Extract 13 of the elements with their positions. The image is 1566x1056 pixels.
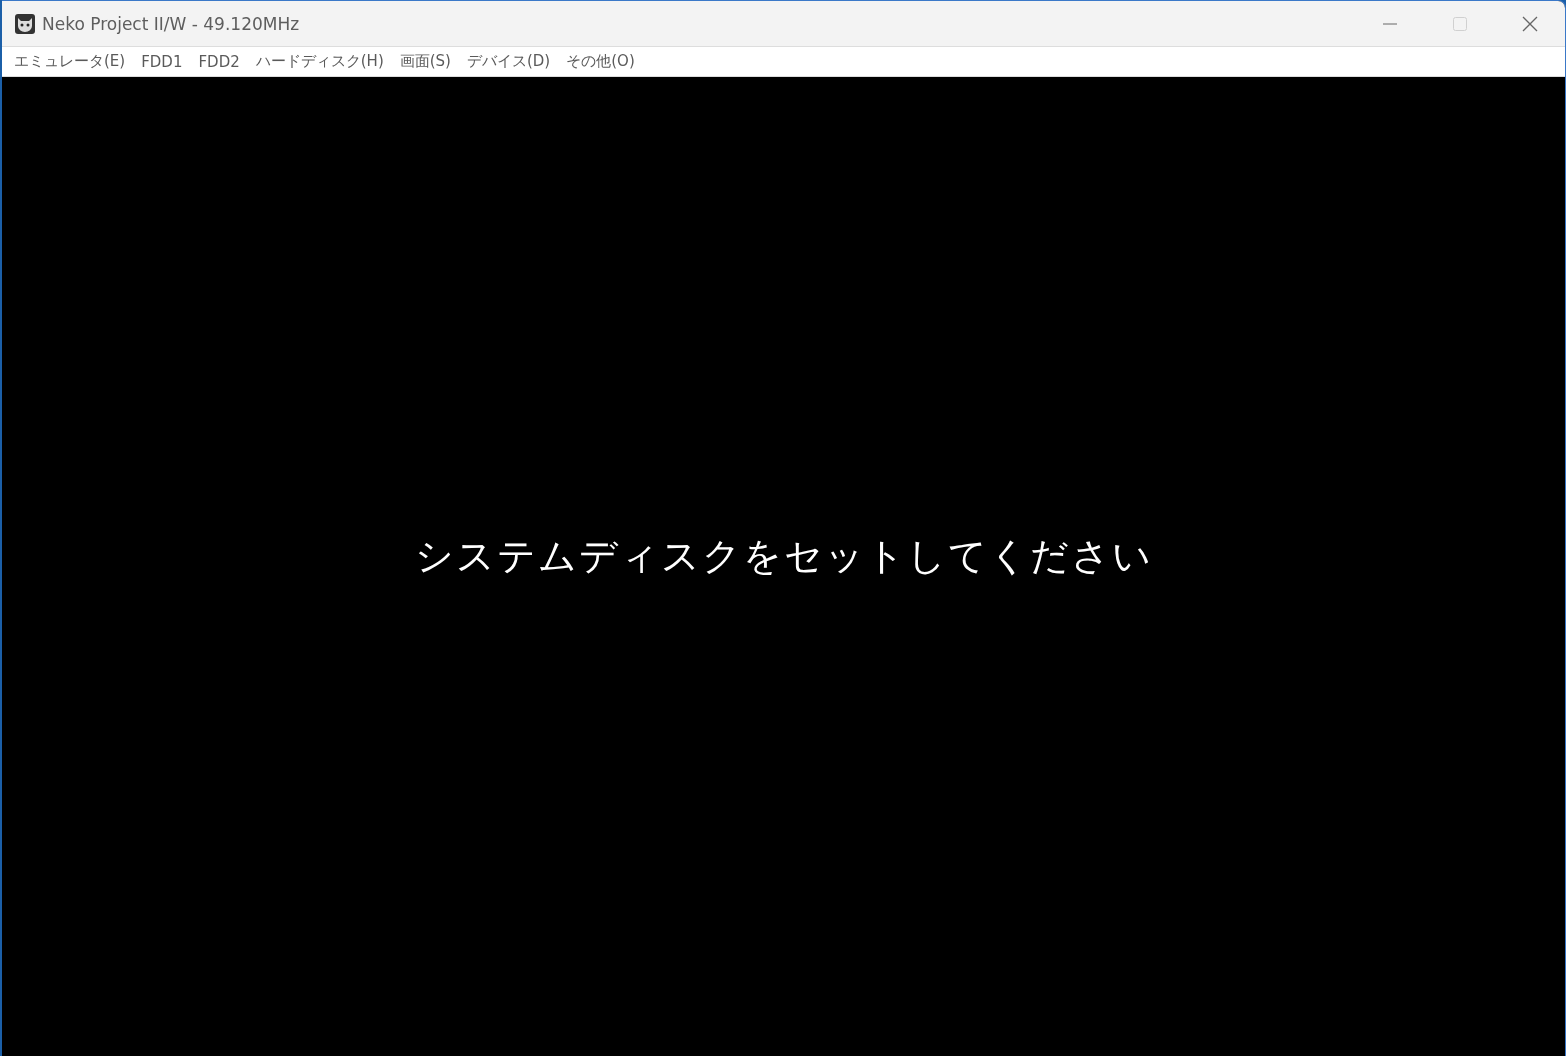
menu-item[interactable]: 画面(S) xyxy=(391,50,459,73)
minimize-icon xyxy=(1382,22,1398,25)
menu-item[interactable]: エミュレータ(E) xyxy=(6,50,134,73)
menu-item[interactable]: ハードディスク(H) xyxy=(247,50,392,73)
menu-item[interactable]: その他(O) xyxy=(558,50,643,73)
menu-item[interactable]: FDD1 xyxy=(133,50,191,73)
cat-icon xyxy=(14,12,36,35)
close-icon xyxy=(1521,14,1539,33)
menu-item[interactable]: デバイス(D) xyxy=(458,50,559,73)
menu-item[interactable]: FDD2 xyxy=(190,50,248,73)
window-title: Neko Project II/W - 49.120MHz xyxy=(42,13,301,34)
screen-message: システムディスクをセットしてください xyxy=(414,533,1153,580)
maximize-icon xyxy=(1452,15,1468,32)
